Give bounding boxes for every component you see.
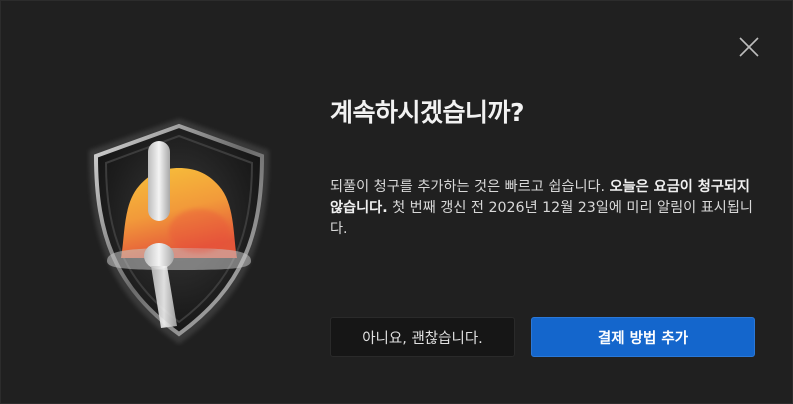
dialog-message: 되풀이 청구를 추가하는 것은 빠르고 쉽습니다. 오늘은 요금이 청구되지 않… [330, 177, 760, 240]
close-icon [739, 37, 759, 57]
dialog: 계속하시겠습니까? 되풀이 청구를 추가하는 것은 빠르고 쉽습니다. 오늘은 … [0, 0, 793, 404]
shield-bell-icon [88, 118, 270, 345]
shield-bell-illustration [59, 116, 299, 346]
message-part-1: 되풀이 청구를 추가하는 것은 빠르고 쉽습니다. [330, 179, 610, 195]
dialog-title: 계속하시겠습니까? [330, 98, 525, 127]
message-part-2: 첫 번째 갱신 전 2026년 12월 23일에 미리 알림이 표시됩니다. [330, 200, 753, 237]
decline-button[interactable]: 아니요, 괜찮습니다. [330, 317, 515, 357]
close-button[interactable] [735, 33, 763, 61]
add-payment-method-button[interactable]: 결제 방법 추가 [531, 317, 755, 357]
